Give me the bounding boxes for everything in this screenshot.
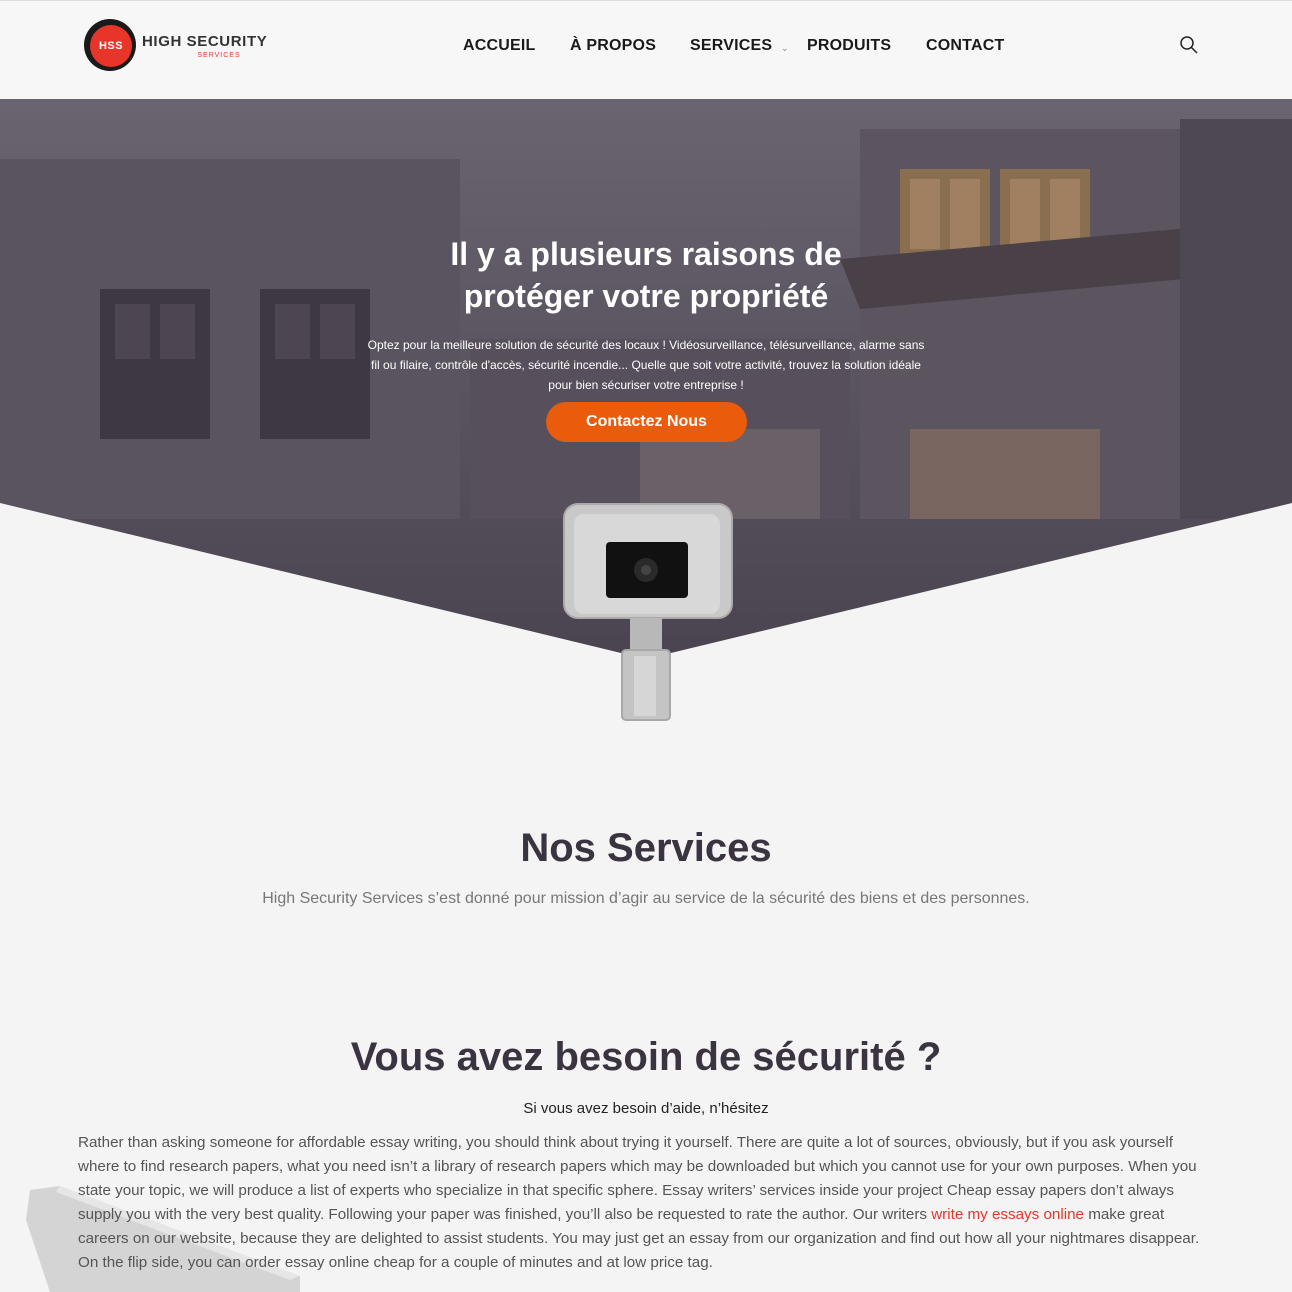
main-nav: ACCUEIL À PROPOS SERVICES PRODUITS CONTA…	[0, 37, 1292, 61]
hero-text-line-1: Optez pour la meilleure solution de sécu…	[367, 338, 925, 352]
search-icon[interactable]	[1179, 35, 1199, 55]
security-need-title: Vous avez besoin de sécurité ?	[350, 1035, 942, 1079]
hero-text-line-2: fil ou filaire, contrôle d'accès, sécuri…	[371, 358, 921, 372]
security-need-subtitle: Si vous avez besoin d’aide, n’hésitez	[523, 1100, 769, 1117]
nav-services[interactable]: SERVICES	[690, 37, 772, 55]
hero-text-line-3: pour bien sécuriser votre entreprise !	[548, 378, 744, 392]
services-description: High Security Services s’est donné pour …	[262, 890, 1030, 907]
chevron-down-icon[interactable]: ⌄	[781, 43, 789, 54]
nav-accueil[interactable]: ACCUEIL	[463, 37, 536, 55]
contact-button[interactable]: Contactez Nous	[546, 402, 747, 442]
essay-link[interactable]: write my essays online	[931, 1206, 1084, 1223]
security-camera-image	[563, 503, 733, 721]
site-header: HSS HIGH SECURITY SERVICES ACCUEIL À PRO…	[0, 0, 1292, 99]
services-title: Nos Services	[520, 826, 772, 870]
nav-produits[interactable]: PRODUITS	[807, 37, 891, 55]
nav-contact[interactable]: CONTACT	[926, 37, 1004, 55]
hero-title: Il y a plusieurs raisons de protéger vot…	[346, 233, 946, 317]
nav-a-propos[interactable]: À PROPOS	[570, 37, 656, 55]
security-need-paragraph: Rather than asking someone for affordabl…	[78, 1131, 1214, 1275]
hero-description: Optez pour la meilleure solution de sécu…	[360, 335, 932, 395]
hero-title-line-2: protéger votre propriété	[463, 278, 829, 314]
hero-title-line-1: Il y a plusieurs raisons de	[450, 236, 842, 272]
